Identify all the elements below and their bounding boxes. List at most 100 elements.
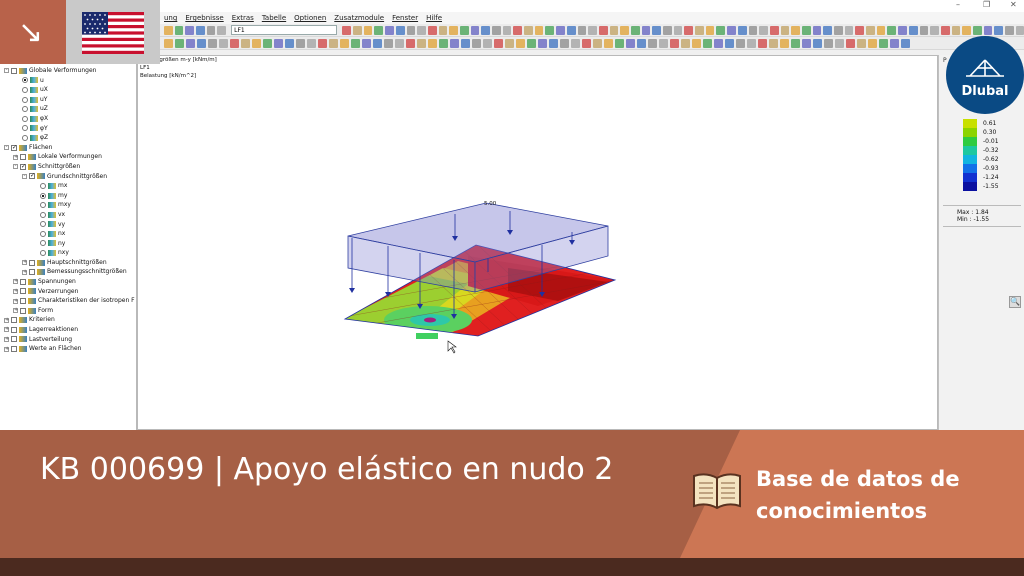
toolbar-button-icon[interactable] — [716, 25, 726, 35]
checkbox[interactable] — [29, 259, 35, 266]
tree-node[interactable]: vx — [0, 210, 136, 220]
expand-icon[interactable]: + — [4, 327, 9, 333]
toolbar-button-icon[interactable] — [439, 38, 448, 48]
checkbox[interactable] — [29, 269, 35, 276]
toolbar-button-icon[interactable] — [577, 25, 587, 35]
tree-node[interactable]: my — [0, 191, 136, 201]
toolbar-button-icon[interactable] — [868, 38, 877, 48]
toolbar-button-icon[interactable] — [780, 38, 789, 48]
tree-node[interactable]: - Globale Verformungen — [0, 66, 136, 76]
toolbar-button-icon[interactable] — [538, 38, 547, 48]
toolbar-button-icon[interactable] — [263, 38, 272, 48]
toolbar-button-icon[interactable] — [972, 25, 982, 35]
toolbar-button-icon[interactable] — [813, 38, 822, 48]
tree-node[interactable]: mx — [0, 181, 136, 191]
toolbar-button-icon[interactable] — [502, 25, 512, 35]
toolbar-button-icon[interactable] — [571, 38, 580, 48]
tree-node[interactable]: + Spannungen — [0, 277, 136, 287]
toolbar-button-icon[interactable] — [919, 25, 929, 35]
toolbar-button-icon[interactable] — [652, 25, 661, 35]
radio-button[interactable] — [22, 96, 28, 103]
tree-node[interactable]: - Schnittgrößen — [0, 162, 136, 172]
tree-node[interactable]: + Charakteristiken der isotropen F — [0, 296, 136, 306]
toolbar-button-icon[interactable] — [901, 38, 910, 48]
checkbox[interactable] — [20, 154, 26, 161]
toolbar-button-icon[interactable] — [758, 38, 767, 48]
tree-node[interactable]: mxy — [0, 200, 136, 210]
collapse-icon[interactable]: - — [4, 145, 9, 151]
toolbar-button-icon[interactable] — [759, 25, 768, 35]
toolbar-button-icon[interactable] — [545, 25, 555, 35]
checkbox[interactable] — [20, 298, 26, 305]
toolbar-button-icon[interactable] — [186, 38, 195, 48]
tree-node[interactable]: φY — [0, 124, 136, 134]
menu-item[interactable]: Zusatzmodule — [334, 14, 384, 22]
tree-node[interactable]: + Form — [0, 306, 136, 316]
toolbar-button-icon[interactable] — [470, 25, 480, 35]
minimize-icon[interactable]: – — [956, 0, 960, 9]
expand-icon[interactable]: + — [4, 317, 9, 323]
toolbar-button-icon[interactable] — [641, 25, 651, 35]
toolbar-button-icon[interactable] — [197, 38, 206, 48]
toolbar-button-icon[interactable] — [1015, 25, 1024, 35]
toolbar-button-icon[interactable] — [695, 25, 704, 35]
toolbar-button-icon[interactable] — [684, 25, 694, 35]
toolbar-button-icon[interactable] — [527, 38, 536, 48]
toolbar-button-icon[interactable] — [846, 38, 855, 48]
radio-button[interactable] — [40, 230, 46, 237]
toolbar-button-icon[interactable] — [459, 25, 469, 35]
radio-button[interactable] — [22, 115, 28, 122]
checkbox[interactable] — [11, 346, 17, 353]
toolbar-button-icon[interactable] — [930, 25, 939, 35]
toolbar-button-icon[interactable] — [164, 25, 173, 35]
toolbar-button-icon[interactable] — [549, 38, 558, 48]
toolbar-button-icon[interactable] — [626, 38, 635, 48]
tree-node[interactable]: + Werte an Flächen — [0, 344, 136, 354]
toolbar-button-icon[interactable] — [351, 38, 360, 48]
checkbox[interactable] — [20, 307, 26, 314]
checkbox[interactable] — [20, 278, 26, 285]
toolbar-button-icon[interactable] — [769, 25, 779, 35]
tree-node[interactable]: uZ — [0, 104, 136, 114]
toolbar-button-icon[interactable] — [241, 38, 250, 48]
toolbar-button-icon[interactable] — [175, 38, 184, 48]
toolbar-button-icon[interactable] — [395, 38, 404, 48]
radio-button[interactable] — [22, 134, 28, 141]
radio-button[interactable] — [22, 86, 28, 93]
toolbar-button-icon[interactable] — [673, 25, 683, 35]
toolbar-button-icon[interactable] — [609, 25, 619, 35]
toolbar-button-icon[interactable] — [736, 38, 745, 48]
toolbar-button-icon[interactable] — [472, 38, 481, 48]
radio-button[interactable] — [40, 202, 46, 209]
checkbox[interactable] — [11, 336, 17, 343]
tree-node[interactable]: nxy — [0, 248, 136, 258]
toolbar-button-icon[interactable] — [342, 25, 352, 35]
toolbar-button-icon[interactable] — [747, 38, 756, 48]
collapse-icon[interactable]: - — [22, 173, 27, 179]
toolbar-button-icon[interactable] — [663, 25, 672, 35]
toolbar-button-icon[interactable] — [374, 25, 384, 35]
toolbar-button-icon[interactable] — [296, 38, 305, 48]
menu-item[interactable]: Hilfe — [426, 14, 442, 22]
tree-node[interactable]: vy — [0, 220, 136, 230]
toolbar-button-icon[interactable] — [801, 25, 811, 35]
toolbar-button-icon[interactable] — [217, 25, 227, 35]
toolbar-button-icon[interactable] — [385, 25, 394, 35]
toolbar-button-icon[interactable] — [461, 38, 470, 48]
toolbar-button-icon[interactable] — [340, 38, 349, 48]
tree-node[interactable]: nx — [0, 229, 136, 239]
toolbar-button-icon[interactable] — [769, 38, 778, 48]
toolbar-button-icon[interactable] — [908, 25, 918, 35]
toolbar-button-icon[interactable] — [438, 25, 448, 35]
toolbar-button-icon[interactable] — [219, 38, 228, 48]
toolbar-button-icon[interactable] — [604, 38, 613, 48]
toolbar-button-icon[interactable] — [791, 25, 800, 35]
toolbar-button-icon[interactable] — [566, 25, 576, 35]
zoom-icon[interactable]: 🔍 — [1009, 296, 1021, 308]
toolbar-button-icon[interactable] — [353, 25, 362, 35]
radio-button[interactable] — [40, 250, 46, 257]
toolbar-button-icon[interactable] — [505, 38, 514, 48]
toolbar-button-icon[interactable] — [994, 25, 1003, 35]
toolbar-button-icon[interactable] — [483, 38, 492, 48]
toolbar-button-icon[interactable] — [714, 38, 723, 48]
